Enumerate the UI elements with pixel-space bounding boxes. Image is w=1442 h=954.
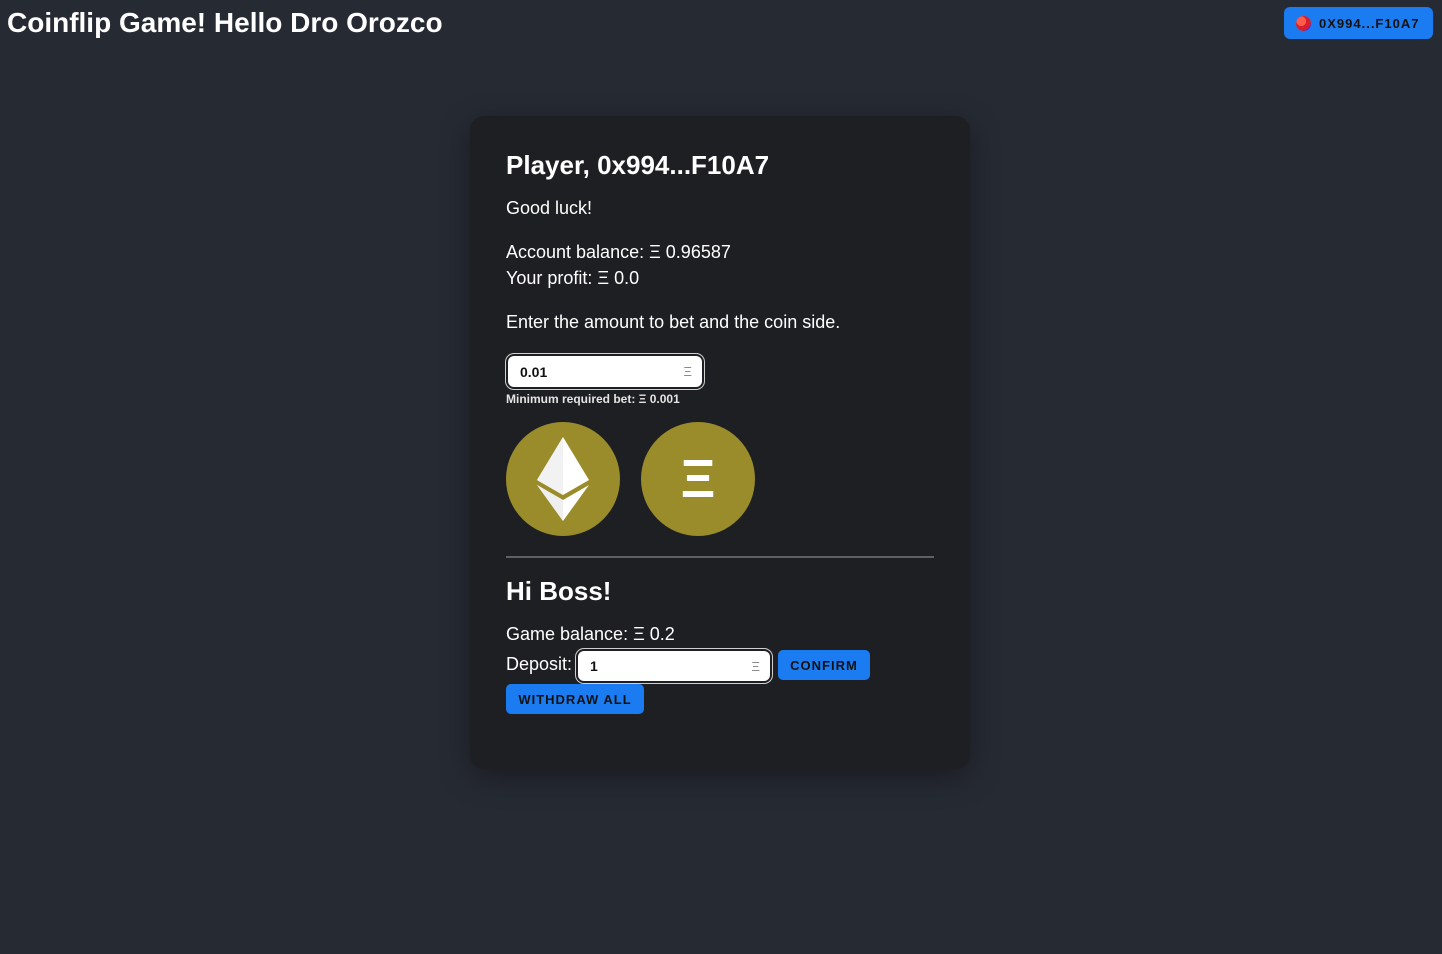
ethereum-diamond-icon: [537, 437, 589, 521]
game-card: Player, 0x994...F10A7 Good luck! Account…: [470, 116, 970, 769]
confirm-deposit-button[interactable]: CONFIRM: [778, 650, 870, 680]
deposit-field[interactable]: Ξ: [575, 648, 773, 684]
deposit-input[interactable]: [578, 658, 752, 674]
profit-text: Your profit: Ξ 0.0: [506, 268, 640, 288]
coin-heads-button[interactable]: [506, 422, 620, 536]
wallet-account-button[interactable]: 0X994...F10A7: [1284, 7, 1433, 39]
boss-title: Hi Boss!: [506, 576, 612, 606]
game-balance: Game balance: Ξ 0.2: [506, 624, 675, 644]
xi-symbol-icon: Ξ: [680, 449, 716, 509]
deposit-label: Deposit:: [506, 654, 573, 674]
wallet-avatar-icon: [1296, 15, 1311, 31]
bet-amount-input[interactable]: [508, 363, 684, 380]
bet-amount-field[interactable]: Ξ: [505, 353, 705, 390]
player-title: Player, 0x994...F10A7: [506, 150, 770, 180]
eth-unit-icon: Ξ: [683, 364, 692, 379]
wallet-address-label: 0X994...F10A7: [1319, 15, 1420, 31]
eth-unit-icon: Ξ: [751, 658, 760, 674]
account-balance: Account balance: Ξ 0.96587: [506, 242, 731, 262]
withdraw-all-button[interactable]: WITHDRAW ALL: [506, 684, 644, 714]
section-divider: [506, 556, 934, 558]
greeting-text: Good luck!: [506, 198, 593, 218]
coin-tails-button[interactable]: Ξ: [641, 422, 755, 536]
min-bet-hint: Minimum required bet: Ξ 0.001: [506, 392, 680, 406]
bet-instruction: Enter the amount to bet and the coin sid…: [506, 312, 841, 332]
app-title: Coinflip Game! Hello Dro Orozco: [7, 7, 443, 38]
